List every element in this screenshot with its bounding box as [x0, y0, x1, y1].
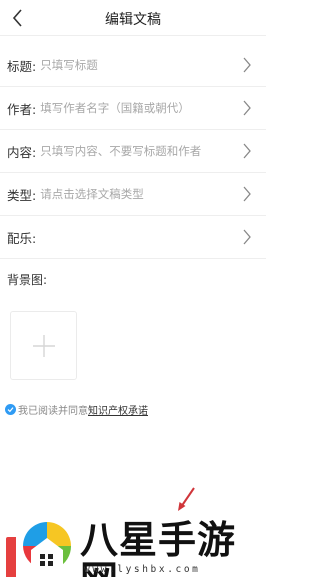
upload-image-button[interactable]	[10, 311, 77, 380]
field-placeholder: 填写作者名字（国籍或朝代）	[40, 101, 190, 115]
watermark-logo: 八星手游网 www.lyshbx.com	[0, 510, 266, 577]
background-image-label: 背景图:	[7, 273, 48, 287]
arrow-annotation-icon	[178, 487, 195, 511]
chevron-right-icon	[243, 143, 251, 159]
content-field[interactable]: 内容: 只填写内容、不要写标题和作者	[0, 130, 266, 173]
field-label: 标题:	[7, 58, 37, 74]
field-placeholder: 只填写内容、不要写标题和作者	[40, 144, 202, 158]
field-placeholder: 请点击选择文稿类型	[40, 187, 144, 201]
plus-icon	[33, 335, 55, 357]
ip-commitment-link[interactable]: 知识产权承诺	[88, 402, 148, 417]
field-placeholder: 只填写标题	[40, 58, 98, 72]
field-label: 内容:	[7, 144, 37, 160]
checkmark-icon	[7, 407, 14, 413]
field-label: 类型:	[7, 187, 37, 203]
music-field[interactable]: 配乐:	[0, 216, 266, 259]
top-bar: 编辑文稿	[0, 0, 266, 36]
field-label: 配乐:	[7, 230, 37, 246]
brand-url: www.lyshbx.com	[84, 564, 201, 575]
field-label: 作者:	[7, 101, 37, 117]
agreement: 我已阅读并同意 知识产权承诺	[5, 402, 148, 417]
brand-logo-icon	[23, 522, 72, 572]
chevron-right-icon	[243, 186, 251, 202]
type-field[interactable]: 类型: 请点击选择文稿类型	[0, 173, 266, 216]
chevron-right-icon	[243, 229, 251, 245]
agree-checkbox[interactable]	[5, 404, 16, 415]
title-field[interactable]: 标题: 只填写标题	[0, 44, 266, 87]
chevron-right-icon	[243, 100, 251, 116]
page-title: 编辑文稿	[105, 12, 161, 28]
chevron-right-icon	[243, 57, 251, 73]
agreement-text: 我已阅读并同意	[18, 406, 88, 417]
side-tab	[6, 537, 16, 577]
author-field[interactable]: 作者: 填写作者名字（国籍或朝代）	[0, 87, 266, 130]
form: 标题: 只填写标题 作者: 填写作者名字（国籍或朝代） 内容: 只填写内容、不要…	[0, 44, 266, 259]
